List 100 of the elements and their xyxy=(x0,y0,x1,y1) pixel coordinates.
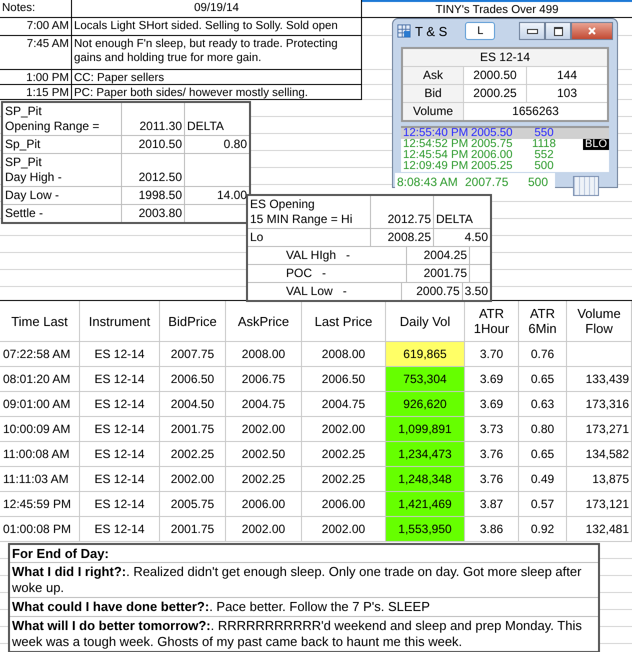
column-header: BidPrice xyxy=(160,301,226,341)
table-cell: 132,481 xyxy=(567,517,632,541)
table-cell: 2004.75 xyxy=(226,392,302,416)
trade-tag: BLO xyxy=(582,139,609,150)
notes-label: Notes: xyxy=(0,0,72,18)
sp-pit-label: SP_Pit Opening Range = xyxy=(3,103,122,135)
column-header: Daily Vol xyxy=(386,301,465,341)
column-header: Instrument xyxy=(80,301,160,341)
column-header: Volume Flow xyxy=(567,301,632,341)
table-cell: 134,582 xyxy=(567,442,632,466)
table-cell: 2002.00 xyxy=(226,517,302,541)
note-text: Not enough F'n sleep, but ready to trade. Protecting gains and holding true for more gain. xyxy=(72,36,362,70)
table-cell: 0.65 xyxy=(519,367,567,391)
table-cell: ES 12-14 xyxy=(80,442,160,466)
table-cell: 2005.75 xyxy=(160,492,226,516)
trade-row[interactable]: 12:54:52 PM 2005.75 1118 BLO xyxy=(401,139,609,150)
table-cell: ES 12-14 xyxy=(80,392,160,416)
minimize-button[interactable] xyxy=(519,22,545,40)
table-cell: 2002.50 xyxy=(226,442,302,466)
trade-row[interactable]: 12:45:54 PM 2006.00 552 xyxy=(401,150,609,161)
table-cell: 3.86 xyxy=(465,517,519,541)
table-cell: 1,099,891 xyxy=(386,417,465,441)
note-time: 1:15 PM xyxy=(0,85,72,100)
review-answer: What will I do better tomorrow?:. RRRRRRRRRRR'd weekend and sleep and prep Monday. This week was a tough week. Ghosts of my past came back to haunt me this week. xyxy=(11,617,583,651)
table-cell: 3.87 xyxy=(465,492,519,516)
table-cell: 1,421,469 xyxy=(386,492,465,516)
table-cell: ES 12-14 xyxy=(80,417,160,441)
table-cell: 2006.75 xyxy=(226,367,302,391)
section-title: For End of Day: xyxy=(10,545,598,563)
note-text: PC: Paper both sides/ however mostly selling. xyxy=(72,85,362,100)
grid-icon xyxy=(397,24,411,38)
table-cell: 2006.00 xyxy=(226,492,302,516)
sp-pit-value: 2012.50 xyxy=(138,170,182,185)
trade-row[interactable]: 12:09:49 PM 2005.25 500 xyxy=(401,161,609,172)
trade-row[interactable]: 12:55:40 PM 2005.50 550 xyxy=(401,128,609,139)
window-title: T & S xyxy=(415,24,448,38)
table-cell: 11:00:08 AM xyxy=(0,442,80,466)
table-cell: 3.76 xyxy=(465,467,519,491)
table-cell: ES 12-14 xyxy=(80,367,160,391)
table-cell: 173,121 xyxy=(567,492,632,516)
review-answer: What could I have done better?:. Pace better. Follow the 7 P's. SLEEP xyxy=(10,598,598,617)
quote-price: 2000.25 xyxy=(464,85,527,102)
es-opening-label: POC - xyxy=(248,265,407,282)
delta-label: DELTA xyxy=(187,119,224,134)
quote-price: 2000.50 xyxy=(464,67,527,84)
table-cell: 753,304 xyxy=(386,367,465,391)
table-cell: 1,234,473 xyxy=(386,442,465,466)
delta-label: DELTA xyxy=(436,212,473,227)
column-header: ATR 1Hour xyxy=(465,301,519,341)
maximize-button[interactable] xyxy=(545,22,571,40)
quote-size: 103 xyxy=(527,85,607,102)
table-cell: 173,271 xyxy=(567,417,632,441)
es-opening-label: Lo xyxy=(248,229,371,246)
table-cell: 0.49 xyxy=(519,467,567,491)
table-cell: 12:45:59 PM xyxy=(0,492,80,516)
table-cell: 2001.75 xyxy=(160,417,226,441)
table-cell: 0.63 xyxy=(519,392,567,416)
table-cell: 2006.50 xyxy=(160,367,226,391)
table-cell: 0.92 xyxy=(519,517,567,541)
es-opening-label: VAL Low - xyxy=(248,283,402,300)
quote-size: 144 xyxy=(527,67,607,84)
table-cell: 0.76 xyxy=(519,342,567,366)
grid-icon xyxy=(573,176,599,196)
close-button[interactable] xyxy=(571,22,613,40)
es-opening-value: 2012.75 xyxy=(388,212,431,227)
sp-pit-value: 2003.80 xyxy=(138,206,182,221)
link-button[interactable]: L xyxy=(465,22,496,40)
table-cell: 1,248,348 xyxy=(386,467,465,491)
note-time: 7:45 AM xyxy=(0,36,72,70)
column-header: Time Last xyxy=(0,301,80,341)
sp-pit-label: Settle - xyxy=(3,205,122,222)
sp-pit-delta: 14.00 xyxy=(216,188,247,203)
table-cell: 2008.00 xyxy=(226,342,302,366)
table-cell: ES 12-14 xyxy=(80,517,160,541)
table-cell: 10:00:09 AM xyxy=(0,417,80,441)
table-cell: 2002.00 xyxy=(226,417,302,441)
review-answer: What I did I right?:. Realized didn't get enough sleep. Only one trade on day. Got more sleep after woke up. xyxy=(10,563,598,598)
table-cell: 2001.75 xyxy=(160,517,226,541)
sp-pit-value: 2011.30 xyxy=(140,119,182,134)
table-cell: 2002.25 xyxy=(226,467,302,491)
es-opening-value: 2004.25 xyxy=(424,248,467,263)
table-cell: 09:01:00 AM xyxy=(0,392,80,416)
table-cell: 3.69 xyxy=(465,392,519,416)
trade-row: 8:08:43 AM 2007.75 500 xyxy=(395,173,555,190)
column-header: Last Price xyxy=(302,301,386,341)
es-opening-value: 2001.75 xyxy=(424,266,467,281)
sp-pit-label: Day Low - xyxy=(3,187,122,204)
table-cell: 0.57 xyxy=(519,492,567,516)
sp-pit-delta: 0.80 xyxy=(224,137,247,152)
note-time: 1:00 PM xyxy=(0,70,72,85)
table-cell: 01:00:08 PM xyxy=(0,517,80,541)
sp-pit-label: SP_Pit Day High - xyxy=(3,154,122,186)
table-cell: 1,553,950 xyxy=(386,517,465,541)
date-cell: 09/19/14 xyxy=(72,0,362,18)
es-opening-value: 2000.75 xyxy=(416,284,460,299)
table-cell: 2002.00 xyxy=(160,467,226,491)
table-cell: 11:11:03 AM xyxy=(0,467,80,491)
column-header: AskPrice xyxy=(226,301,302,341)
es-opening-delta: 3.50 xyxy=(464,284,488,299)
table-cell: 07:22:58 AM xyxy=(0,342,80,366)
